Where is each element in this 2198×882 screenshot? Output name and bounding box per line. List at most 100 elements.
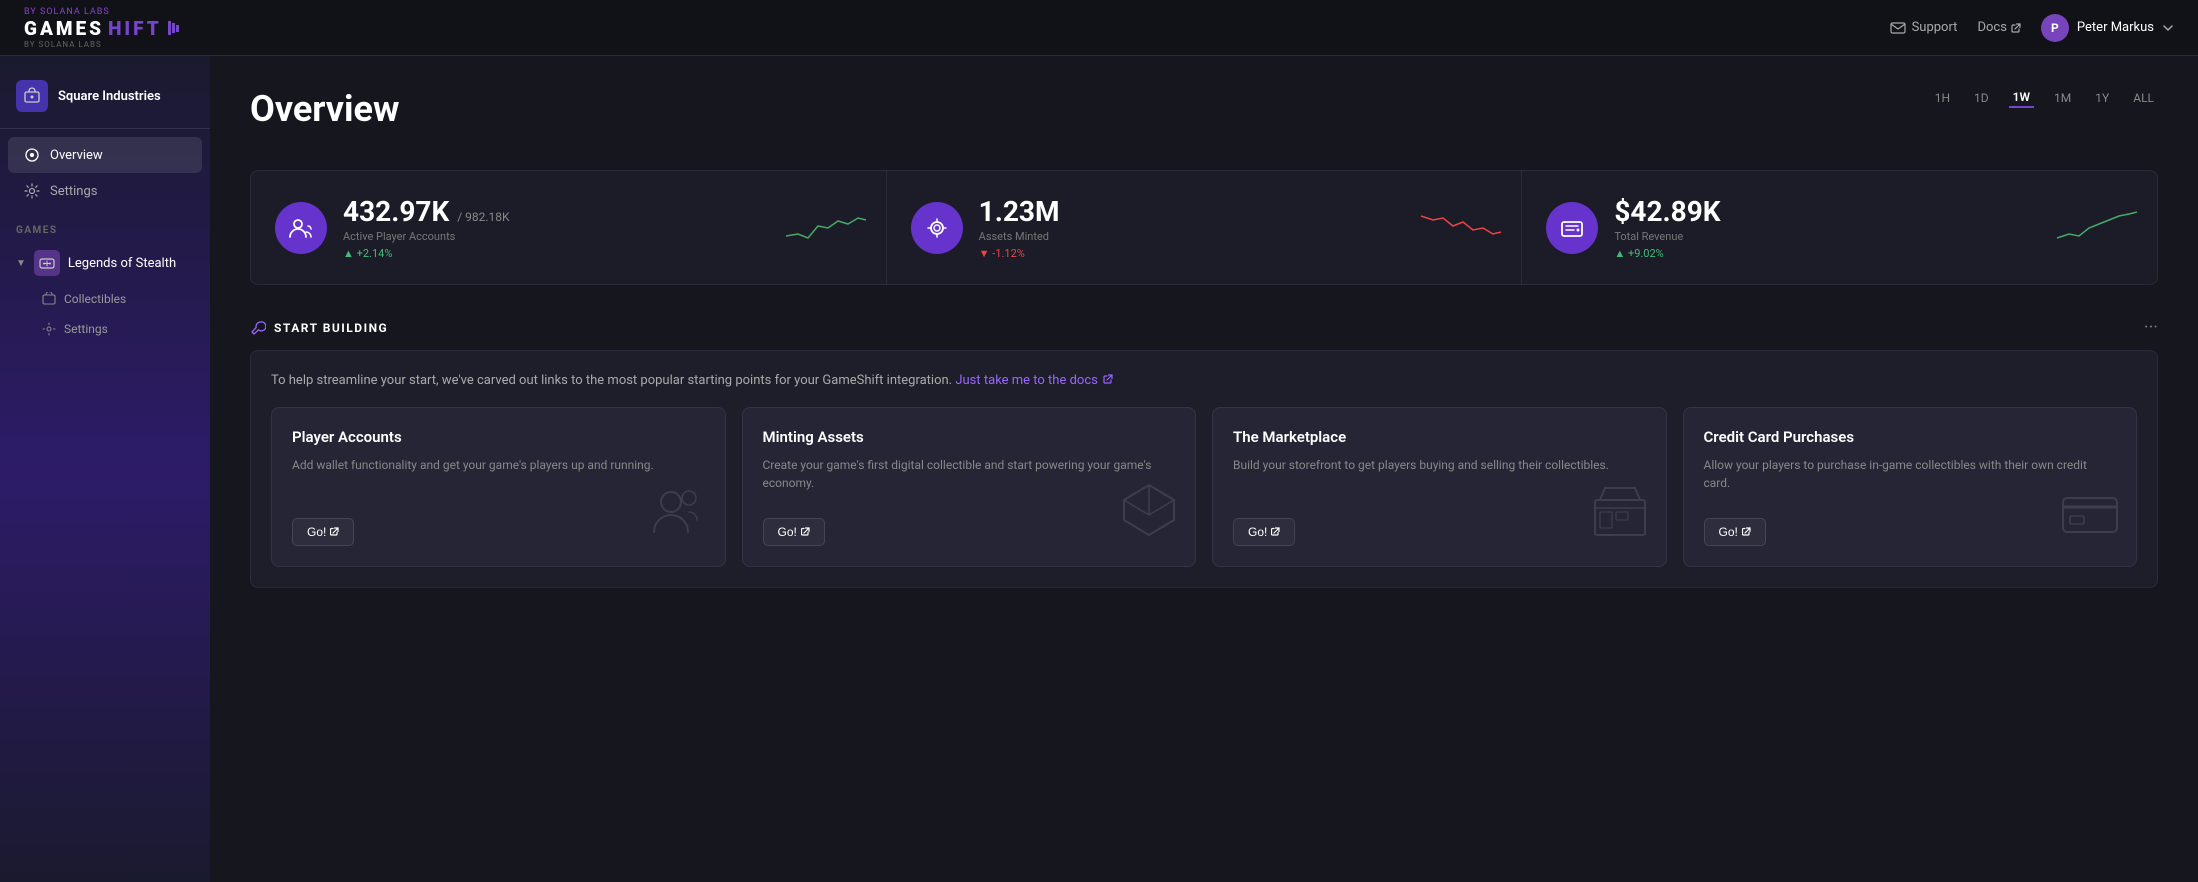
active-players-icon — [275, 202, 327, 254]
time-1m[interactable]: 1M — [2050, 89, 2075, 107]
minting-assets-title: Minting Assets — [763, 428, 1176, 446]
active-players-sub: / 982.18K — [457, 210, 509, 224]
minting-assets-card-icon — [1119, 480, 1179, 550]
external-link-icon-small — [1103, 374, 1113, 384]
assets-minted-icon — [911, 202, 963, 254]
minting-assets-desc: Create your game's first digital collect… — [763, 456, 1176, 508]
collectibles-icon — [42, 292, 56, 306]
active-players-chart — [786, 206, 866, 250]
active-players-info: 432.97K / 982.18K Active Player Accounts… — [343, 195, 862, 260]
assets-minted-value: 1.23M — [979, 195, 1060, 228]
user-menu[interactable]: P Peter Markus — [2041, 14, 2174, 42]
total-revenue-info: $42.89K Total Revenue ▲ +9.02% — [1614, 195, 2133, 260]
player-accounts-title: Player Accounts — [292, 428, 705, 446]
time-1h[interactable]: 1H — [1931, 89, 1954, 107]
time-1w[interactable]: 1W — [2009, 88, 2034, 108]
assets-minted-change: ▼ -1.12% — [979, 247, 1498, 260]
page-title: Overview — [250, 88, 399, 130]
logo-solana: BY SOLANA LABS — [24, 40, 179, 49]
sidebar-item-settings[interactable]: Settings — [8, 173, 202, 209]
marketplace-go-button[interactable]: Go! — [1233, 518, 1295, 546]
active-players-change: ▲ +2.14% — [343, 247, 862, 260]
feature-card-minting-assets: Minting Assets Create your game's first … — [742, 407, 1197, 567]
sidebar-game-item[interactable]: ▼ Legends of Stealth — [0, 242, 210, 284]
assets-minted-label: Assets Minted — [979, 230, 1498, 243]
credit-card-card-icon — [2060, 490, 2120, 550]
active-players-label: Active Player Accounts — [343, 230, 862, 243]
time-1y[interactable]: 1Y — [2091, 89, 2113, 107]
total-revenue-label: Total Revenue — [1614, 230, 2133, 243]
credit-card-title: Credit Card Purchases — [1704, 428, 2117, 446]
total-revenue-change: ▲ +9.02% — [1614, 247, 2133, 260]
feature-card-marketplace: The Marketplace Build your storefront to… — [1212, 407, 1667, 567]
feature-cards-grid: Player Accounts Add wallet functionality… — [271, 407, 2137, 567]
marketplace-go-external-icon — [1271, 527, 1280, 536]
logo-shift: HIFT — [108, 17, 162, 40]
main-content: Overview 1H 1D 1W 1M 1Y ALL — [210, 56, 2198, 882]
player-accounts-desc: Add wallet functionality and get your ga… — [292, 456, 705, 508]
time-1d[interactable]: 1D — [1970, 89, 1993, 107]
marketplace-go: Go! — [1233, 518, 1646, 546]
settings-icon — [24, 183, 40, 199]
minting-go-external-icon — [801, 527, 810, 536]
assets-minted-chart — [1421, 206, 1501, 250]
marketplace-title: The Marketplace — [1233, 428, 1646, 446]
time-filter: 1H 1D 1W 1M 1Y ALL — [1931, 88, 2158, 108]
sidebar-item-collectibles[interactable]: Collectibles — [0, 284, 210, 314]
marketplace-desc: Build your storefront to get players buy… — [1233, 456, 1646, 508]
sidebar-item-game-settings[interactable]: Settings — [0, 314, 210, 344]
feature-card-player-accounts: Player Accounts Add wallet functionality… — [271, 407, 726, 567]
chevron-down-icon — [2162, 22, 2174, 34]
credit-card-desc: Allow your players to purchase in-game c… — [1704, 456, 2117, 508]
sidebar-item-overview[interactable]: Overview — [8, 137, 202, 173]
game-icon — [34, 250, 60, 276]
section-description: To help streamline your start, we've car… — [271, 371, 2137, 391]
logo-text: GAMES — [24, 17, 104, 40]
more-options-button[interactable]: ··· — [2144, 317, 2158, 338]
navbar-right: Support Docs P Peter Markus — [1890, 14, 2174, 42]
games-section-label: GAMES — [0, 209, 210, 242]
stats-row: 432.97K / 982.18K Active Player Accounts… — [250, 170, 2158, 285]
minting-assets-go-button[interactable]: Go! — [763, 518, 825, 546]
logo-by-label: BY SOLANA LABS — [24, 7, 110, 17]
player-accounts-go: Go! — [292, 518, 705, 546]
total-revenue-value: $42.89K — [1614, 195, 1720, 228]
player-accounts-go-button[interactable]: Go! — [292, 518, 354, 546]
time-all[interactable]: ALL — [2129, 89, 2158, 107]
go-external-icon — [330, 527, 339, 536]
org-icon — [16, 80, 48, 112]
marketplace-card-icon — [1590, 480, 1650, 550]
overview-icon — [24, 147, 40, 163]
mail-icon — [1890, 20, 1906, 36]
player-accounts-card-icon — [649, 480, 709, 550]
org-header[interactable]: Square Industries — [0, 72, 210, 129]
gear-icon — [42, 322, 56, 336]
minting-assets-go: Go! — [763, 518, 1176, 546]
docs-link[interactable]: Just take me to the docs — [955, 373, 1113, 388]
start-building-box: To help streamline your start, we've car… — [250, 350, 2158, 588]
feature-card-credit-card: Credit Card Purchases Allow your players… — [1683, 407, 2138, 567]
org-name: Square Industries — [58, 89, 161, 104]
start-building-header: START BUILDING ··· — [250, 317, 2158, 338]
logo: BY SOLANA LABS GAMES HIFT BY SOLANA LABS — [24, 7, 179, 49]
navbar: BY SOLANA LABS GAMES HIFT BY SOLANA LABS… — [0, 0, 2198, 56]
docs-link[interactable]: Docs — [1977, 20, 2020, 35]
stat-active-players: 432.97K / 982.18K Active Player Accounts… — [251, 171, 886, 284]
total-revenue-icon — [1546, 202, 1598, 254]
user-avatar: P — [2041, 14, 2069, 42]
stat-total-revenue: $42.89K Total Revenue ▲ +9.02% — [1522, 171, 2157, 284]
wrench-icon — [250, 320, 266, 336]
main-layout: Square Industries Overview Settings GAME… — [0, 56, 2198, 882]
credit-card-go-button[interactable]: Go! — [1704, 518, 1766, 546]
total-revenue-chart — [2057, 206, 2137, 250]
credit-card-go: Go! — [1704, 518, 2117, 546]
chevron-right-icon: ▼ — [16, 258, 26, 269]
sidebar: Square Industries Overview Settings GAME… — [0, 56, 210, 882]
active-players-value: 432.97K — [343, 195, 449, 228]
credit-card-go-external-icon — [1742, 527, 1751, 536]
section-title: START BUILDING — [274, 321, 388, 335]
assets-minted-info: 1.23M Assets Minted ▼ -1.12% — [979, 195, 1498, 260]
game-name: Legends of Stealth — [68, 256, 176, 271]
stat-assets-minted: 1.23M Assets Minted ▼ -1.12% — [887, 171, 1522, 284]
support-link[interactable]: Support — [1890, 20, 1958, 36]
